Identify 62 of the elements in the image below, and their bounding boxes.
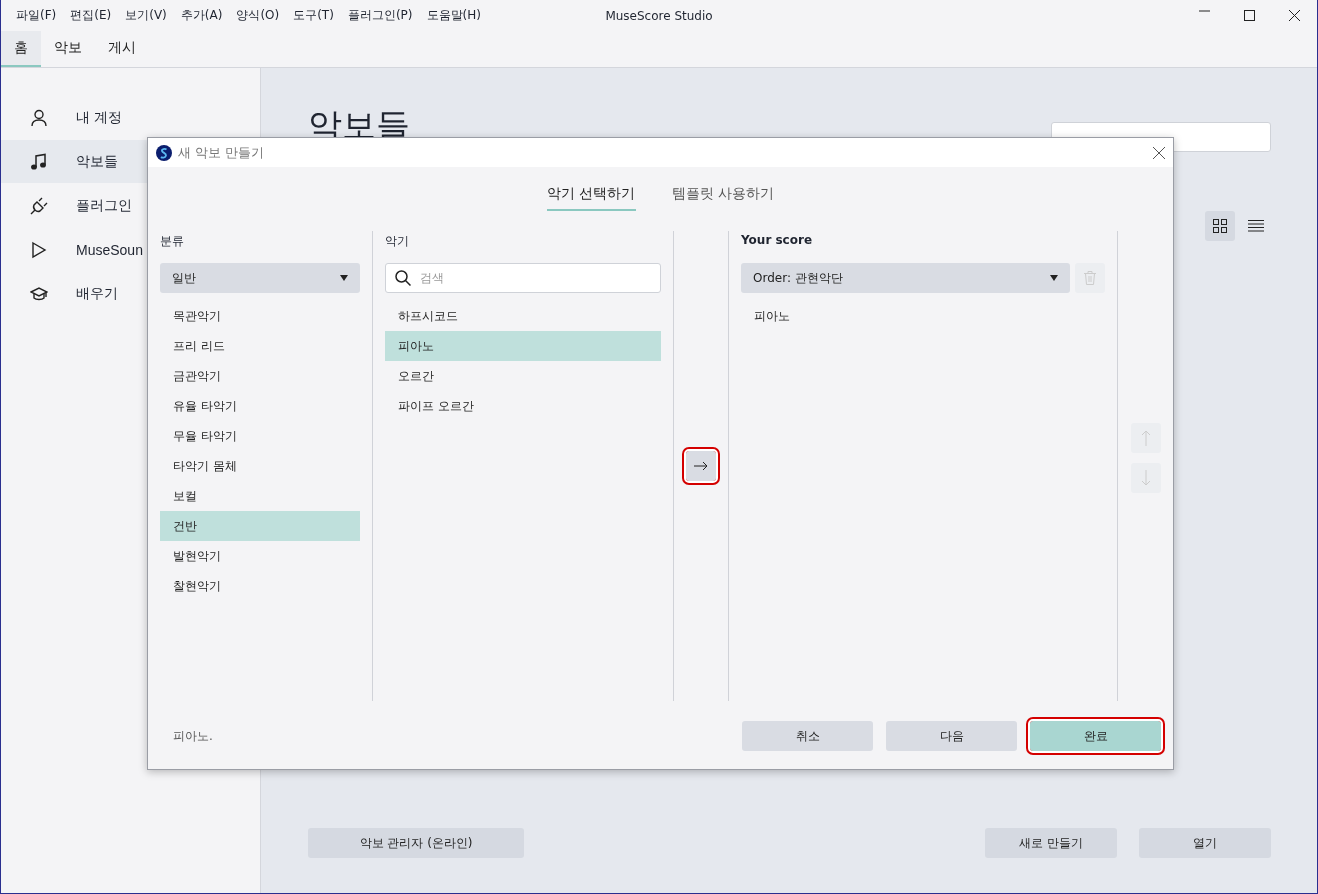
- menu-item[interactable]: 양식(O): [229, 7, 287, 24]
- list-icon: [1248, 220, 1264, 232]
- close-icon[interactable]: [1289, 10, 1300, 21]
- category-item[interactable]: 유율 타악기: [160, 391, 360, 421]
- grid-view-button[interactable]: [1205, 211, 1235, 241]
- caret-icon: [1050, 275, 1058, 281]
- play-icon: [30, 240, 48, 259]
- search-icon: [394, 269, 412, 287]
- instrument-item[interactable]: 하프시코드: [385, 301, 661, 331]
- category-dropdown[interactable]: 일반: [160, 263, 360, 293]
- right-arrow-icon: [694, 461, 708, 471]
- dialog-button[interactable]: 취소: [742, 721, 873, 751]
- menu-item[interactable]: 도구(T): [286, 7, 341, 24]
- down-arrow-icon: [1140, 470, 1151, 486]
- up-arrow-icon: [1140, 430, 1151, 446]
- category-item[interactable]: 목관악기: [160, 301, 360, 331]
- instrument-item[interactable]: 파이프 오르간: [385, 391, 661, 421]
- menu-item[interactable]: 편집(E): [63, 7, 119, 24]
- column-heading: 악기: [385, 233, 410, 249]
- trash-icon: [1084, 271, 1096, 285]
- category-item[interactable]: 찰현악기: [160, 571, 360, 601]
- category-item[interactable]: 건반: [160, 511, 360, 541]
- column-heading: Your score: [741, 233, 814, 249]
- category-item[interactable]: 보컬: [160, 481, 360, 511]
- dialog-button[interactable]: 다음: [886, 721, 1017, 751]
- close-icon: [1153, 146, 1165, 159]
- menu-item[interactable]: 도움말(H): [419, 7, 488, 24]
- tab[interactable]: 홈: [1, 31, 41, 67]
- category-item[interactable]: 프리 리드: [160, 331, 360, 361]
- tab[interactable]: 템플릿 사용하기: [671, 183, 774, 211]
- menu-item[interactable]: 보기(V): [118, 7, 174, 24]
- action-button[interactable]: 열기: [1139, 828, 1271, 858]
- category-item[interactable]: 발현악기: [160, 541, 360, 571]
- score-instrument[interactable]: 피아노: [741, 301, 1105, 331]
- music-note-icon: [30, 152, 48, 171]
- maximize-icon[interactable]: [1244, 10, 1255, 21]
- column-heading: 분류: [160, 233, 185, 249]
- score-manager-button[interactable]: 악보 관리자 (온라인): [308, 828, 524, 858]
- instrument-item[interactable]: 피아노: [385, 331, 661, 361]
- window-title: MuseScore Studio: [605, 8, 713, 23]
- order-dropdown[interactable]: Order: 관현악단: [741, 263, 1070, 293]
- grid-icon: [1213, 219, 1227, 233]
- category-item[interactable]: 무율 타악기: [160, 421, 360, 451]
- category-item[interactable]: 타악기 몸체: [160, 451, 360, 481]
- menu-item[interactable]: 파일(F): [9, 7, 64, 24]
- app-logo-icon: [156, 144, 172, 161]
- category-item[interactable]: 금관악기: [160, 361, 360, 391]
- action-button[interactable]: 새로 만들기: [985, 828, 1117, 858]
- caret-icon: [340, 275, 348, 281]
- plug-icon: [30, 196, 48, 215]
- menu-item[interactable]: 추가(A): [173, 7, 230, 24]
- tab[interactable]: 악보: [41, 31, 95, 67]
- instrument-item[interactable]: 오르간: [385, 361, 661, 391]
- sidebar-item[interactable]: 내 계정: [1, 96, 260, 139]
- sidebar-item[interactable]: 플러그인: [1, 184, 260, 227]
- menu-item[interactable]: 플러그인(P): [340, 7, 420, 24]
- graduation-cap-icon: [30, 284, 48, 303]
- tab[interactable]: 게시: [95, 31, 149, 67]
- status-text: 피아노.: [173, 727, 213, 745]
- tab[interactable]: 악기 선택하기: [547, 183, 636, 211]
- person-icon: [30, 108, 48, 127]
- close-button[interactable]: [1153, 146, 1165, 159]
